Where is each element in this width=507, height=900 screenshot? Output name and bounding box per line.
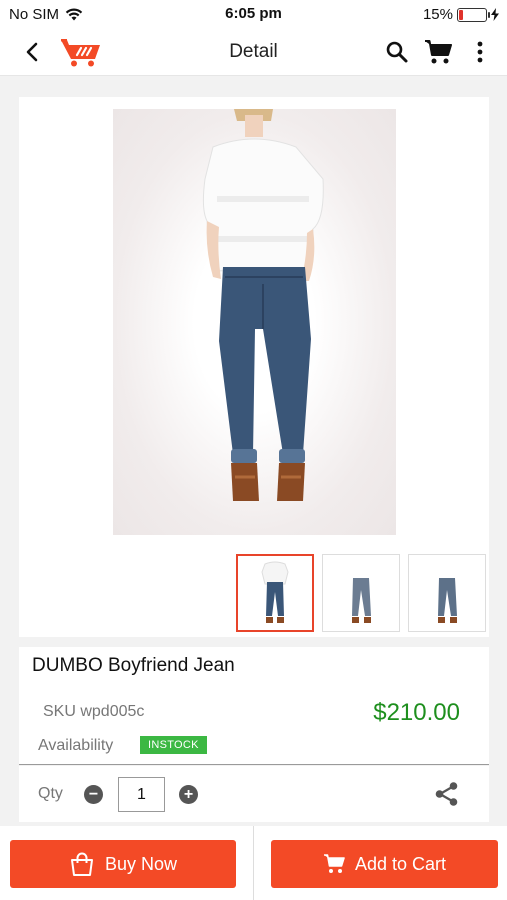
stock-status-badge: INSTOCK xyxy=(140,736,207,754)
product-image-card xyxy=(19,97,489,637)
charging-bolt-icon xyxy=(491,8,499,21)
cart-icon xyxy=(425,40,452,64)
thumbnail-image-back xyxy=(438,578,457,623)
product-price: $210.00 xyxy=(373,699,460,726)
model-jeans-illustration xyxy=(202,109,324,501)
buy-now-label: Buy Now xyxy=(104,853,178,874)
buy-now-button[interactable]: Buy Now xyxy=(10,840,236,888)
plus-icon: + xyxy=(183,785,194,803)
thumbnail-3[interactable] xyxy=(408,554,486,632)
share-icon xyxy=(435,782,458,806)
status-right: 15% xyxy=(423,6,499,23)
add-to-cart-button[interactable]: Add to Cart xyxy=(271,840,498,888)
product-sku: SKU wpd005c xyxy=(43,703,145,720)
qty-decrease-button[interactable]: − xyxy=(84,785,103,804)
thumbnail-1[interactable] xyxy=(236,554,314,632)
thumbnail-image-side xyxy=(352,578,371,623)
search-button[interactable] xyxy=(383,38,411,66)
bottom-action-bar: Buy Now Add to Cart xyxy=(0,826,507,900)
more-options-button[interactable] xyxy=(466,38,494,66)
qty-label: Qty xyxy=(38,785,63,802)
qty-increase-button[interactable]: + xyxy=(179,785,198,804)
battery-level-fill xyxy=(459,9,463,20)
quantity-row: Qty − + xyxy=(19,766,489,822)
product-info-card: DUMBO Boyfriend Jean SKU wpd005c $210.00… xyxy=(19,647,489,765)
thumbnail-image-front xyxy=(261,561,289,623)
search-icon xyxy=(386,41,408,63)
thumbnail-strip xyxy=(236,554,486,632)
status-bar: No SIM 6:05 pm 15% xyxy=(0,0,507,28)
thumbnail-2[interactable] xyxy=(322,554,400,632)
app-header: Detail xyxy=(0,28,507,76)
add-to-cart-label: Add to Cart xyxy=(354,853,447,874)
cart-add-icon xyxy=(323,854,345,873)
shopping-bag-icon xyxy=(70,852,93,876)
battery-percent: 15% xyxy=(422,6,453,23)
share-button[interactable] xyxy=(434,781,460,807)
action-divider xyxy=(253,826,254,900)
battery-icon xyxy=(457,7,490,22)
product-main-image[interactable] xyxy=(113,109,396,535)
availability-label: Availability xyxy=(38,737,114,754)
cart-button[interactable] xyxy=(424,38,452,66)
quantity-input[interactable] xyxy=(118,777,165,812)
more-vertical-icon xyxy=(477,41,483,63)
minus-icon: − xyxy=(88,785,99,803)
product-name: DUMBO Boyfriend Jean xyxy=(32,655,235,676)
